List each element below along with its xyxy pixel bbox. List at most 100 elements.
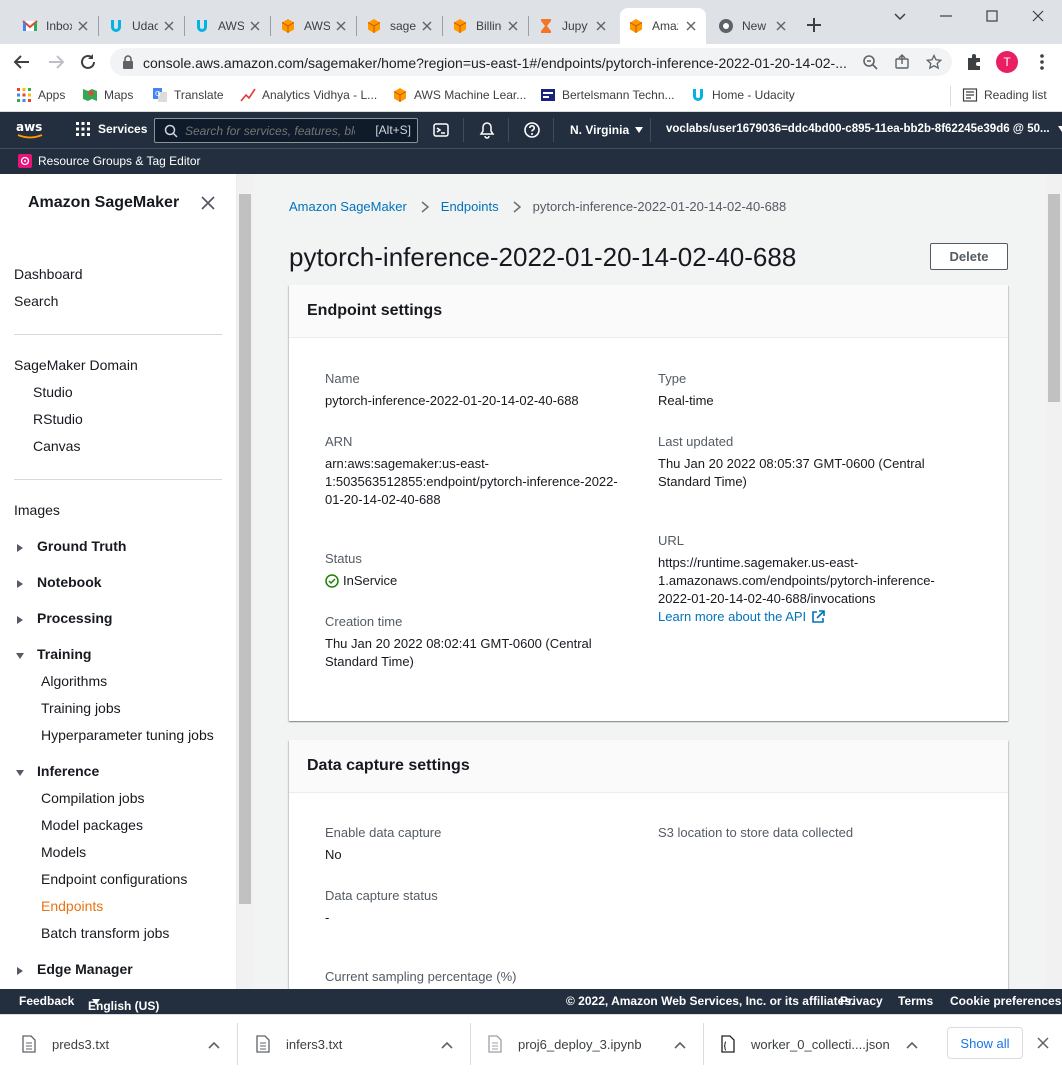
bookmark-aws-ml[interactable]: AWS Machine Lear... [392, 87, 526, 103]
sidebar-item-images[interactable]: Images [14, 502, 60, 518]
sidebar-item-batch-transform-jobs[interactable]: Batch transform jobs [41, 925, 169, 941]
privacy-link[interactable]: Privacy [840, 994, 883, 1008]
forward-arrow-icon[interactable] [46, 52, 66, 72]
sidebar-item-model-packages[interactable]: Model packages [41, 817, 143, 833]
tab-amazon-active[interactable]: Amazon [620, 8, 706, 44]
extensions-puzzle-icon[interactable] [964, 52, 984, 72]
notifications-bell-icon[interactable] [478, 121, 496, 139]
share-icon[interactable] [894, 54, 910, 70]
lock-icon[interactable] [120, 54, 136, 70]
caret-right-icon[interactable] [16, 580, 24, 588]
services-menu-button[interactable]: Services [76, 122, 147, 136]
sidebar-item-sagemaker-domain[interactable]: SageMaker Domain [14, 357, 138, 373]
minimize-icon[interactable] [936, 6, 956, 26]
maximize-icon[interactable] [982, 6, 1002, 26]
sidebar-section-edge-manager[interactable]: Edge Manager [37, 961, 133, 977]
resource-groups-link[interactable]: Resource Groups & Tag Editor [18, 154, 201, 168]
sidebar-section-training[interactable]: Training [37, 646, 91, 662]
close-icon[interactable] [420, 19, 434, 33]
close-icon[interactable] [162, 19, 176, 33]
sidebar-item-algorithms[interactable]: Algorithms [41, 673, 107, 689]
close-icon[interactable] [506, 19, 520, 33]
bookmark-analytics-vidhya[interactable]: Analytics Vidhya - L... [240, 87, 377, 103]
region-selector[interactable]: N. Virginia [570, 123, 644, 137]
bookmark-maps[interactable]: Maps [82, 87, 133, 103]
sidebar-section-processing[interactable]: Processing [37, 610, 112, 626]
sidebar-item-dashboard[interactable]: Dashboard [14, 266, 83, 282]
sidebar-item-endpoints[interactable]: Endpoints [41, 898, 103, 914]
address-bar[interactable]: console.aws.amazon.com/sagemaker/home?re… [110, 48, 952, 76]
close-icon[interactable] [201, 196, 215, 210]
close-icon[interactable] [76, 19, 90, 33]
sidebar-item-endpoint-configurations[interactable]: Endpoint configurations [41, 871, 187, 887]
sidebar-item-compilation-jobs[interactable]: Compilation jobs [41, 790, 145, 806]
tab-search-chevron-icon[interactable] [890, 6, 910, 26]
sidebar-item-canvas[interactable]: Canvas [33, 438, 80, 454]
reload-icon[interactable] [78, 52, 98, 72]
tab-billing[interactable]: Billing [444, 8, 528, 44]
sidebar-item-hpo-jobs[interactable]: Hyperparameter tuning jobs [41, 727, 214, 743]
download-item[interactable]: preds3.txt [22, 1015, 232, 1073]
download-item[interactable]: infers3.txt [256, 1015, 466, 1073]
cloudshell-icon[interactable] [433, 122, 449, 138]
sidebar-item-training-jobs[interactable]: Training jobs [41, 700, 121, 716]
sidebar-item-models[interactable]: Models [41, 844, 86, 860]
breadcrumb-endpoints-link[interactable]: Endpoints [441, 199, 499, 214]
learn-more-api-link[interactable]: Learn more about the API [658, 608, 825, 626]
profile-avatar[interactable]: T [996, 51, 1018, 73]
chevron-up-icon[interactable] [441, 1041, 453, 1049]
bookmark-udacity[interactable]: Home - Udacity [690, 87, 795, 103]
aws-search-input[interactable] [185, 122, 355, 140]
tab-aws-udacity[interactable]: AWS [186, 8, 270, 44]
download-item[interactable]: proj6_deploy_3.ipynb [488, 1015, 698, 1073]
account-menu[interactable]: voclabs/user1679036=ddc4bd00-c895-11ea-b… [666, 123, 1062, 135]
breadcrumb-sagemaker-link[interactable]: Amazon SageMaker [289, 199, 407, 214]
scrollbar-thumb[interactable] [239, 194, 251, 904]
zoom-icon[interactable] [862, 54, 878, 70]
sidebar-item-studio[interactable]: Studio [33, 384, 73, 400]
caret-down-icon[interactable] [16, 769, 24, 777]
reading-list-button[interactable]: Reading list [962, 87, 1047, 103]
caret-right-icon[interactable] [16, 967, 24, 975]
chevron-up-icon[interactable] [906, 1041, 918, 1049]
tab-inbox[interactable]: Inbox [14, 8, 98, 44]
aws-logo[interactable]: aws [16, 120, 46, 140]
chevron-up-icon[interactable] [208, 1041, 220, 1049]
close-icon[interactable] [684, 19, 698, 33]
tab-sagemaker[interactable]: sagemaker [358, 8, 442, 44]
caret-right-icon[interactable] [16, 544, 24, 552]
window-close-icon[interactable] [1028, 6, 1048, 26]
close-icon[interactable] [1036, 1036, 1050, 1050]
sidebar-scrollbar[interactable] [237, 174, 253, 989]
close-icon[interactable] [248, 19, 262, 33]
back-arrow-icon[interactable] [12, 52, 32, 72]
feedback-link[interactable]: Feedback [19, 994, 74, 1008]
bookmark-bertelsmann[interactable]: Bertelsmann Techn... [540, 87, 675, 103]
delete-button[interactable]: Delete [930, 243, 1008, 270]
sidebar-item-rstudio[interactable]: RStudio [33, 411, 83, 427]
close-icon[interactable] [774, 19, 788, 33]
tab-new-tab[interactable]: New Tab [710, 8, 796, 44]
cookie-preferences-link[interactable]: Cookie preferences [950, 994, 1061, 1008]
sidebar-section-ground-truth[interactable]: Ground Truth [37, 538, 126, 554]
language-selector[interactable]: English (US) [88, 994, 159, 1013]
tab-udacity[interactable]: Udacity [100, 8, 184, 44]
tab-jupyter[interactable]: Jupyter [530, 8, 616, 44]
terms-link[interactable]: Terms [898, 994, 933, 1008]
bookmark-star-icon[interactable] [926, 54, 942, 70]
new-tab-plus-icon[interactable] [803, 14, 825, 36]
kebab-menu-icon[interactable] [1032, 52, 1052, 72]
aws-search-box[interactable]: [Alt+S] [154, 118, 418, 143]
chevron-up-icon[interactable] [674, 1041, 686, 1049]
help-question-icon[interactable] [523, 121, 541, 139]
bookmark-translate[interactable]: G Translate [152, 87, 224, 103]
caret-down-icon[interactable] [16, 652, 24, 660]
main-scrollbar[interactable] [1046, 174, 1062, 989]
tab-aws[interactable]: AWS [272, 8, 356, 44]
close-icon[interactable] [594, 19, 608, 33]
sidebar-item-search[interactable]: Search [14, 293, 58, 309]
caret-right-icon[interactable] [16, 616, 24, 624]
bookmark-apps[interactable]: Apps [16, 87, 65, 103]
sidebar-section-inference[interactable]: Inference [37, 763, 99, 779]
download-item[interactable]: worker_0_collecti....json [721, 1015, 931, 1073]
